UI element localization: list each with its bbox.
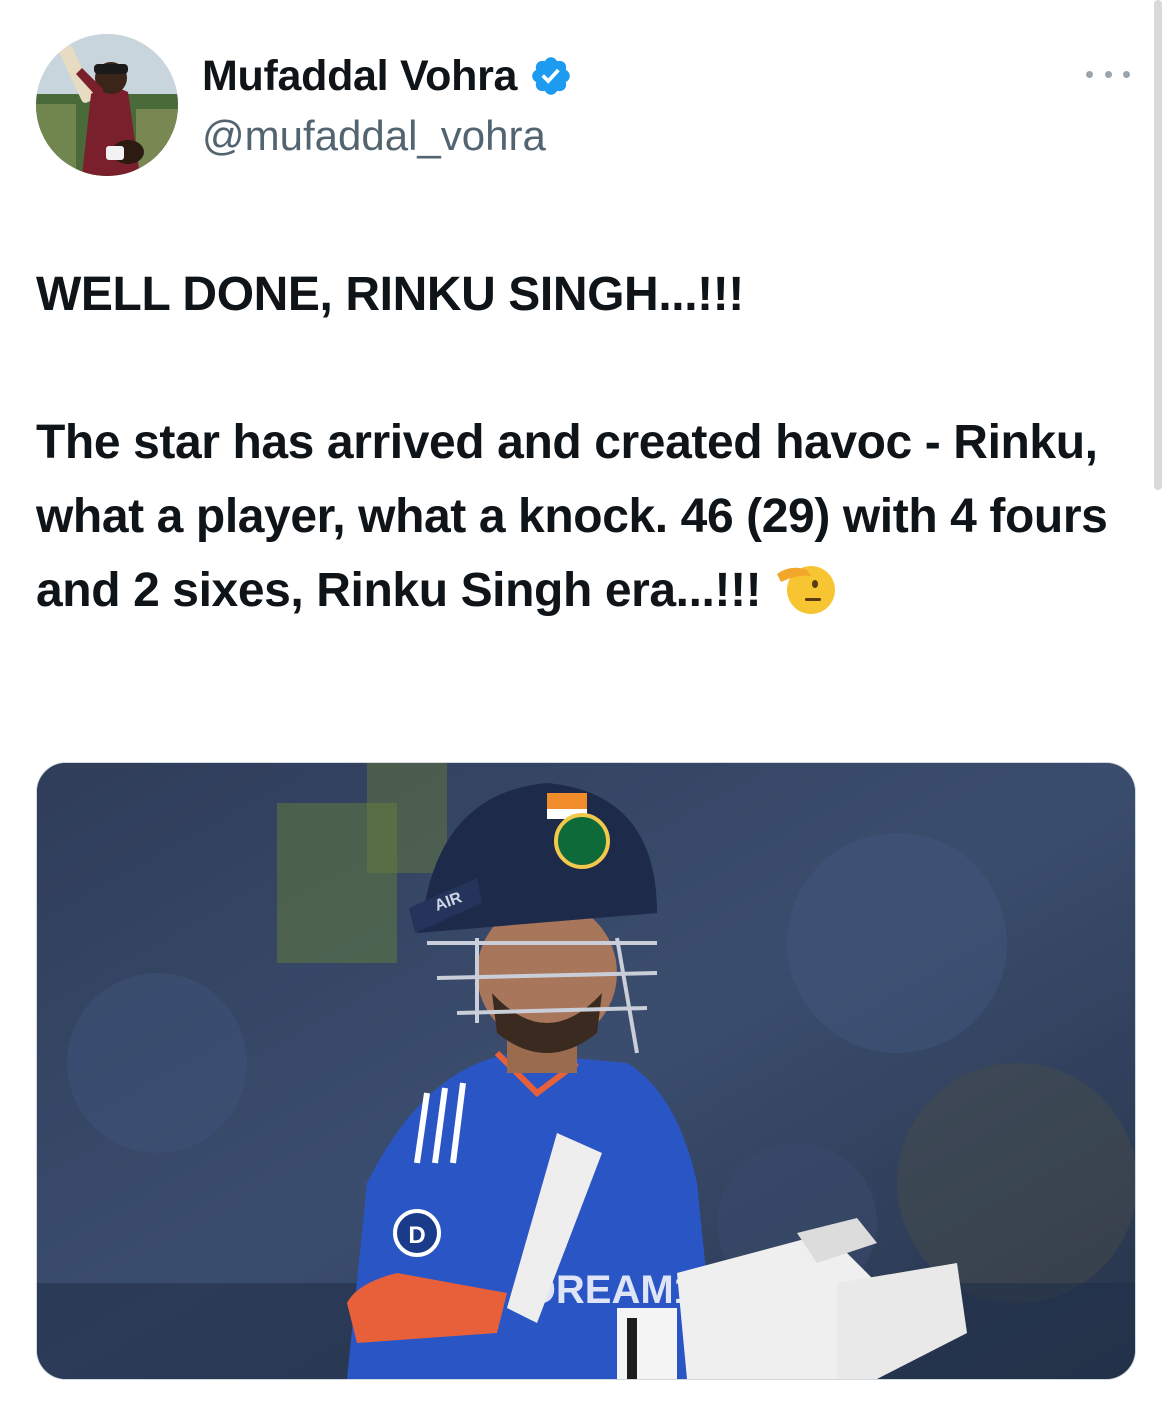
author-name-row: Mufaddal Vohra: [202, 50, 573, 102]
saluting-face-emoji: [777, 566, 836, 614]
cricketer-in-blue-jersey-photo: D DREAM11 AIR: [37, 763, 1135, 1379]
scrollbar[interactable]: [1154, 0, 1162, 490]
tweet-headline: WELL DONE, RINKU SINGH...!!!: [36, 268, 744, 321]
svg-text:D: D: [408, 1222, 425, 1249]
author-handle[interactable]: @mufaddal_vohra: [202, 112, 546, 160]
tweet-media-photo[interactable]: D DREAM11 AIR: [36, 762, 1136, 1380]
avatar-cricketer-photo: [36, 34, 178, 176]
tweet-body: The star has arrived and created havoc -…: [36, 416, 1108, 617]
more-options-button[interactable]: [1086, 60, 1130, 88]
author-display-name[interactable]: Mufaddal Vohra: [202, 52, 517, 101]
author-avatar[interactable]: [36, 34, 178, 176]
verified-badge-icon: [532, 57, 570, 95]
more-horizontal-icon: [1086, 70, 1093, 78]
more-horizontal-icon: [1123, 70, 1130, 78]
tweet-text: WELL DONE, RINKU SINGH...!!! The star ha…: [36, 258, 1136, 628]
tweet-body-paragraph: The star has arrived and created havoc -…: [36, 406, 1136, 628]
more-horizontal-icon: [1104, 70, 1112, 78]
